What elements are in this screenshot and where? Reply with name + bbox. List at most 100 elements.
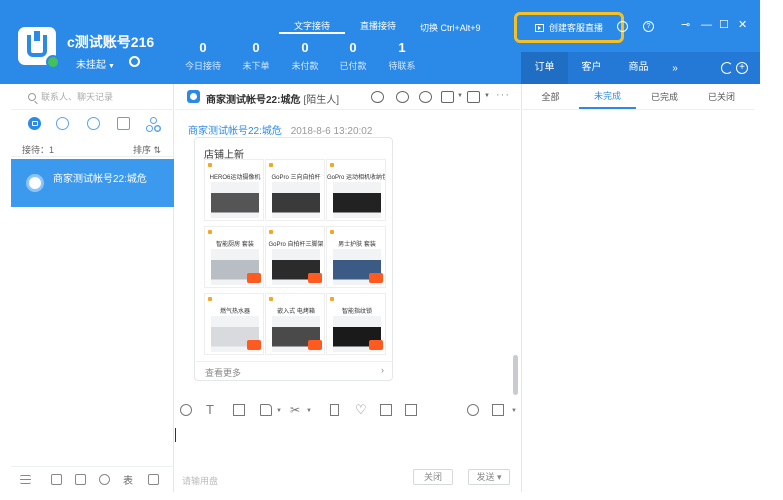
scissors-icon[interactable]: ✂ bbox=[290, 404, 302, 416]
comment-icon[interactable] bbox=[396, 91, 409, 103]
stat-label: 今日接待 bbox=[184, 61, 221, 71]
product-shop-tag bbox=[266, 294, 324, 306]
tab-completed[interactable]: 已完成 bbox=[636, 84, 693, 109]
stat-value: 0 bbox=[301, 40, 309, 55]
edit-icon[interactable] bbox=[441, 91, 454, 103]
help-icon[interactable]: ? bbox=[643, 21, 654, 32]
clock-filter-icon[interactable] bbox=[56, 117, 69, 130]
user-settings-icon[interactable] bbox=[419, 91, 432, 103]
see-more-link[interactable]: 查看更多 › bbox=[196, 361, 393, 379]
minimize-icon[interactable]: — bbox=[701, 18, 712, 32]
product-image bbox=[211, 182, 259, 218]
stat-paid[interactable]: 0 已付款 bbox=[328, 40, 378, 72]
product-tile[interactable]: 智能指纹锁 bbox=[326, 293, 386, 355]
search-bar bbox=[11, 84, 174, 110]
send-button[interactable]: 发送 ▾ bbox=[468, 469, 510, 485]
chat-header: 商家测试帐号22:城危 [陌生人] ▼ ▼ ··· bbox=[175, 84, 520, 110]
search-input[interactable] bbox=[41, 90, 166, 104]
account-status-dropdown[interactable]: 未挂起 ▼ bbox=[76, 56, 115, 71]
create-live-button[interactable]: 创建客服直播 bbox=[514, 12, 624, 43]
settings-icon[interactable] bbox=[617, 21, 628, 32]
store-new-card[interactable]: 店铺上新 HERO6运动摄像机 GoPro 三向自拍杆 GoPro 运动相机收纳包智… bbox=[194, 137, 393, 381]
stat-today[interactable]: 0 今日接待 bbox=[178, 40, 228, 72]
message-filter-icon[interactable] bbox=[117, 117, 130, 130]
sort-button[interactable]: 排序 ⇅ bbox=[133, 143, 161, 156]
stranger-tag: [陌生人] bbox=[303, 95, 340, 106]
tab-live-reception[interactable]: 直播接待 bbox=[345, 20, 411, 34]
reception-sort-row: 接待：1 排序 ⇅ bbox=[11, 141, 174, 157]
refresh-icon[interactable] bbox=[721, 62, 733, 74]
tab-customers[interactable]: 客户 bbox=[568, 52, 615, 84]
chevron-down-icon[interactable]: ▼ bbox=[511, 408, 517, 414]
contact-filter-bar bbox=[11, 114, 174, 136]
product-tile[interactable]: GoPro 三向自拍杆 bbox=[265, 159, 325, 221]
record-icon[interactable] bbox=[492, 404, 504, 416]
product-tile[interactable]: GoPro 自拍杆三脚架 bbox=[265, 226, 325, 288]
window-icon[interactable] bbox=[148, 474, 159, 485]
tab-all[interactable]: 全部 bbox=[522, 84, 579, 109]
maximize-icon[interactable]: ☐ bbox=[719, 18, 729, 32]
tab-closed[interactable]: 已关闭 bbox=[693, 84, 750, 109]
table-text-icon[interactable]: 表 bbox=[123, 472, 133, 487]
folder-icon[interactable] bbox=[260, 404, 272, 416]
tab-products[interactable]: 商品 bbox=[615, 52, 662, 84]
edit-note-icon[interactable] bbox=[405, 404, 417, 416]
history-icon[interactable] bbox=[467, 404, 479, 416]
more-tabs-icon[interactable]: » bbox=[662, 63, 688, 74]
phone-icon[interactable] bbox=[330, 404, 339, 416]
status-ring-icon[interactable] bbox=[129, 56, 140, 67]
heart-icon[interactable]: ♡ bbox=[355, 403, 367, 416]
export-icon[interactable] bbox=[51, 474, 62, 485]
product-name: 智能厨房 套装 bbox=[216, 242, 254, 248]
product-tile[interactable]: 智能厨房 套装 bbox=[204, 226, 264, 288]
price-badge bbox=[369, 340, 383, 350]
group-filter-icon[interactable] bbox=[146, 117, 160, 132]
product-shop-tag bbox=[205, 160, 263, 172]
message-sender[interactable]: 商家测试帐号22:城危 bbox=[188, 126, 282, 137]
stat-value: 0 bbox=[252, 40, 260, 55]
price-badge bbox=[308, 273, 322, 283]
product-image bbox=[333, 182, 381, 218]
tab-text-reception[interactable]: 文字接待 bbox=[279, 20, 346, 34]
doc-icon[interactable] bbox=[380, 404, 392, 416]
order-panel: 全部 未完成 已完成 已关闭 bbox=[521, 84, 754, 492]
contact-item-selected[interactable]: 商家测试帐号22:城危 bbox=[11, 159, 174, 207]
switch-shortcut[interactable]: 切换 Ctrl+Alt+9 bbox=[420, 21, 481, 34]
close-button[interactable]: 关闭 bbox=[413, 469, 453, 485]
add-icon[interactable]: + bbox=[736, 62, 748, 74]
chat-filter-icon[interactable] bbox=[28, 117, 41, 130]
font-icon[interactable]: T bbox=[206, 403, 218, 416]
product-shop-tag bbox=[266, 160, 324, 172]
transfer-icon[interactable] bbox=[371, 91, 384, 103]
chevron-down-icon[interactable]: ▼ bbox=[276, 408, 282, 414]
product-tile[interactable]: HERO6运动摄像机 bbox=[204, 159, 264, 221]
product-name: 男士护肤 套装 bbox=[338, 242, 376, 248]
image-icon[interactable] bbox=[233, 404, 245, 416]
stat-not-ordered[interactable]: 0 未下单 bbox=[231, 40, 281, 72]
chevron-down-icon[interactable]: ▼ bbox=[306, 408, 312, 414]
chat-scrollbar[interactable] bbox=[513, 355, 518, 395]
menu-icon[interactable] bbox=[20, 475, 31, 484]
product-tile[interactable]: GoPro 运动相机收纳包 bbox=[326, 159, 386, 221]
contact-sidebar: 接待：1 排序 ⇅ 商家测试帐号22:城危 表 bbox=[11, 84, 174, 492]
note-icon[interactable] bbox=[75, 474, 86, 485]
product-tile[interactable]: 嵌入式 电烤箱 bbox=[265, 293, 325, 355]
message-input[interactable] bbox=[175, 424, 520, 468]
product-tile[interactable]: 燃气热水器 bbox=[204, 293, 264, 355]
stat-to-contact[interactable]: 1 待联系 bbox=[377, 40, 427, 72]
chevron-down-icon[interactable]: ▼ bbox=[457, 93, 463, 99]
product-tile[interactable]: 男士护肤 套装 bbox=[326, 226, 386, 288]
store-icon[interactable] bbox=[99, 474, 110, 485]
user-filter-icon[interactable] bbox=[87, 117, 100, 130]
video-call-icon[interactable] bbox=[467, 91, 480, 103]
close-icon[interactable]: ✕ bbox=[738, 18, 747, 32]
pin-icon[interactable]: ⊸ bbox=[681, 18, 690, 32]
avatar bbox=[26, 174, 44, 192]
tab-orders[interactable]: 订单 bbox=[521, 52, 568, 84]
stat-unpaid[interactable]: 0 未付款 bbox=[280, 40, 330, 72]
tab-incomplete[interactable]: 未完成 bbox=[579, 84, 636, 109]
more-icon[interactable]: ··· bbox=[496, 89, 510, 101]
emoji-icon[interactable] bbox=[180, 404, 192, 416]
chevron-down-icon[interactable]: ▼ bbox=[484, 93, 490, 99]
product-name: HERO6运动摄像机 bbox=[209, 175, 261, 181]
